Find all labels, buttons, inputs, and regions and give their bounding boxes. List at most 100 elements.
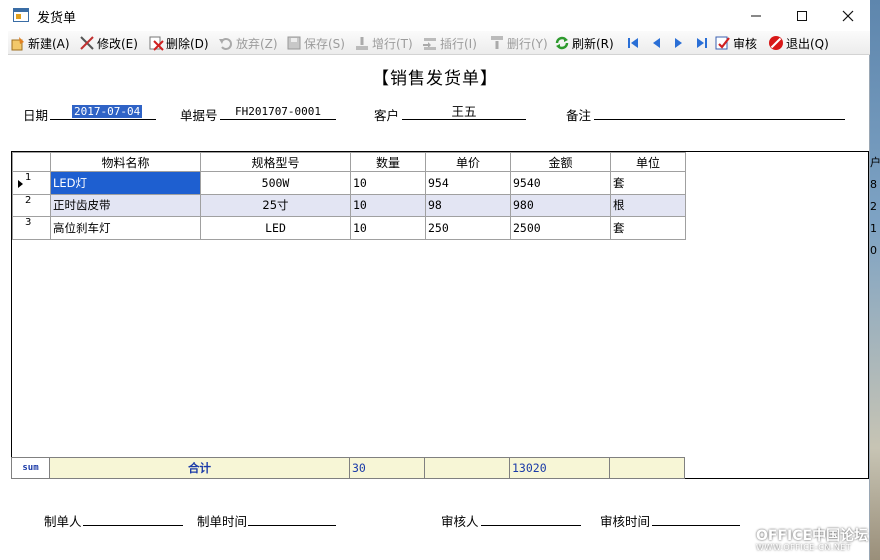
exit-icon — [768, 35, 784, 51]
column-header[interactable]: 单位 — [610, 152, 686, 172]
column-header[interactable]: 规格型号 — [200, 152, 351, 172]
table-row[interactable]: 1 LED灯 500W 10 954 9540 套 — [12, 171, 686, 195]
summary-table: sum 合计 30 13020 — [11, 457, 685, 479]
exit-button[interactable]: 退出(Q) — [768, 33, 829, 53]
title-bar: 发货单 — [0, 0, 870, 31]
insert-row-icon — [422, 35, 438, 51]
summary-qty-total: 30 — [349, 457, 425, 479]
cell-unit[interactable]: 套 — [610, 216, 686, 240]
row-number[interactable]: 1 — [12, 171, 51, 195]
discard-button[interactable]: 放弃(Z) — [218, 33, 278, 53]
summary-unit-empty — [609, 457, 685, 479]
add-row-button[interactable]: 增行(T) — [354, 33, 413, 53]
cell-spec[interactable]: LED — [200, 216, 351, 240]
maker-label: 制单人 — [44, 514, 82, 529]
row-number[interactable]: 2 — [12, 193, 51, 217]
remark-field[interactable] — [594, 104, 845, 120]
minimize-button[interactable] — [733, 0, 779, 31]
approve-button[interactable]: 审核 — [715, 33, 757, 53]
next-record-button[interactable] — [671, 33, 689, 53]
doc-no-label: 单据号 — [180, 108, 218, 123]
maximize-icon — [797, 11, 807, 21]
last-record-button[interactable] — [694, 33, 712, 53]
summary-total-label: 合计 — [49, 457, 350, 479]
cell-amount[interactable]: 9540 — [510, 171, 611, 195]
table-row[interactable]: 2 正时齿皮带 25寸 10 98 980 根 — [12, 193, 686, 217]
customer-label: 客户 — [374, 108, 400, 123]
summary-label: sum — [11, 457, 50, 479]
first-icon — [625, 35, 641, 51]
clipped-cell: 1 — [870, 222, 877, 235]
toolbar: 新建(A) 修改(E) 删除(D) 放弃(Z) 保存(S) 增行(T) 插行(I… — [8, 31, 870, 55]
cell-unit[interactable]: 根 — [610, 193, 686, 217]
column-header[interactable]: 数量 — [350, 152, 426, 172]
cell-name[interactable]: 高位刹车灯 — [50, 216, 201, 240]
first-record-button[interactable] — [625, 33, 643, 53]
approve-icon — [715, 35, 731, 51]
next-icon — [671, 35, 687, 51]
make-time-label: 制单时间 — [197, 514, 248, 529]
last-icon — [694, 35, 710, 51]
summary-price-empty — [424, 457, 510, 479]
undo-icon — [218, 35, 234, 51]
edit-icon — [79, 35, 95, 51]
cell-qty[interactable]: 10 — [350, 216, 426, 240]
cell-price[interactable]: 250 — [425, 216, 511, 240]
refresh-button[interactable]: 刷新(R) — [554, 33, 614, 53]
cell-qty[interactable]: 10 — [350, 171, 426, 195]
save-icon — [286, 35, 302, 51]
cell-price[interactable]: 98 — [425, 193, 511, 217]
detail-table: 物料名称 规格型号 数量 单价 金额 单位 1 LED灯 500W 10 954… — [12, 152, 686, 240]
form-title: 【销售发货单】 — [372, 69, 498, 89]
column-header[interactable]: 单价 — [425, 152, 511, 172]
row-number[interactable]: 3 — [12, 216, 51, 240]
save-button[interactable]: 保存(S) — [286, 33, 345, 53]
close-button[interactable] — [825, 0, 871, 31]
auditor-field[interactable] — [481, 510, 581, 526]
clipped-cell: 0 — [870, 244, 877, 257]
new-icon — [10, 35, 26, 51]
insert-row-button[interactable]: 插行(I) — [422, 33, 477, 53]
maker-field[interactable] — [83, 510, 183, 526]
summary-row: sum 合计 30 13020 — [11, 457, 685, 479]
cell-unit[interactable]: 套 — [610, 171, 686, 195]
cell-spec[interactable]: 500W — [200, 171, 351, 195]
window-title: 发货单 — [37, 11, 77, 26]
summary-amount-total: 13020 — [509, 457, 610, 479]
edit-button[interactable]: 修改(E) — [79, 33, 138, 53]
delete-button[interactable]: 删除(D) — [148, 33, 209, 53]
cell-name[interactable]: LED灯 — [50, 171, 201, 195]
detail-grid: 物料名称 规格型号 数量 单价 金额 单位 1 LED灯 500W 10 954… — [11, 151, 869, 479]
make-time-field[interactable] — [248, 510, 336, 526]
auditor-label: 审核人 — [441, 514, 479, 529]
close-icon — [842, 10, 854, 22]
cell-amount[interactable]: 980 — [510, 193, 611, 217]
cell-amount[interactable]: 2500 — [510, 216, 611, 240]
delete-row-icon — [489, 35, 505, 51]
watermark-main: OFFICE中国论坛 — [756, 528, 869, 544]
refresh-icon — [554, 35, 570, 51]
cell-price[interactable]: 954 — [425, 171, 511, 195]
clipped-cell: 2 — [870, 200, 877, 213]
delete-icon — [148, 35, 164, 51]
date-label: 日期 — [23, 108, 49, 123]
current-row-marker — [18, 180, 23, 188]
delete-row-button[interactable]: 删行(Y) — [489, 33, 548, 53]
cell-qty[interactable]: 10 — [350, 193, 426, 217]
cell-name[interactable]: 正时齿皮带 — [50, 193, 201, 217]
column-header[interactable]: 金额 — [510, 152, 611, 172]
customer-field[interactable]: 王五 — [402, 104, 526, 120]
prev-record-button[interactable] — [648, 33, 666, 53]
date-value: 2017-07-04 — [72, 105, 143, 118]
new-button[interactable]: 新建(A) — [10, 33, 70, 53]
audit-time-field[interactable] — [652, 510, 740, 526]
table-row[interactable]: 3 高位刹车灯 LED 10 250 2500 套 — [12, 216, 686, 240]
watermark: OFFICE中国论坛 WWW.OFFICE-CN.NET — [756, 525, 880, 560]
cell-spec[interactable]: 25寸 — [200, 193, 351, 217]
doc-no-field[interactable]: FH201707-0001 — [220, 104, 336, 120]
prev-icon — [648, 35, 664, 51]
maximize-button[interactable] — [779, 0, 825, 31]
column-header[interactable]: 物料名称 — [50, 152, 201, 172]
minimize-icon — [751, 15, 761, 17]
date-field[interactable]: 2017-07-04 — [50, 104, 156, 120]
